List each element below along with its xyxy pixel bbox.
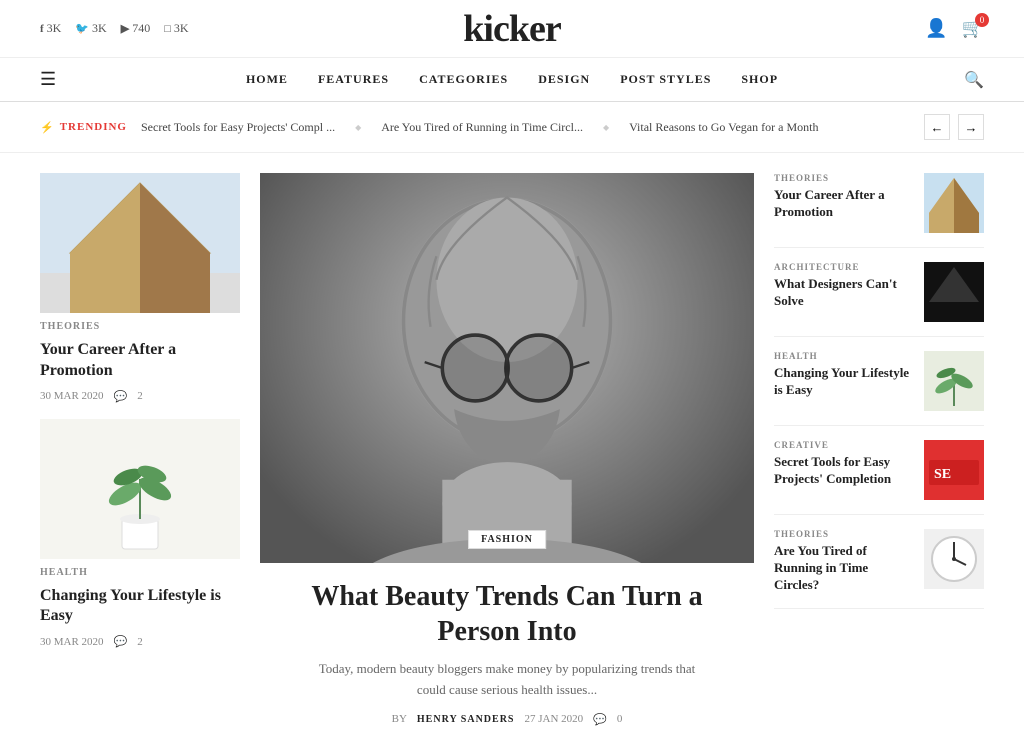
article-comments: 0	[617, 713, 623, 725]
left-card-2-category: HEALTH	[40, 567, 240, 578]
facebook-link[interactable]: f 3K	[40, 21, 61, 36]
trending-bar: ⚡ TRENDING Secret Tools for Easy Project…	[0, 102, 1024, 153]
main-article-badge: FASHION	[468, 530, 546, 549]
right-item-0: THEORIES Your Career After a Promotion	[774, 173, 984, 248]
right-item-1-thumb	[924, 262, 984, 322]
right-item-0-thumb	[924, 173, 984, 233]
facebook-icon: f	[40, 23, 44, 35]
author-name[interactable]: HENRY SANDERS	[417, 714, 515, 725]
right-item-3-info: CREATIVE Secret Tools for Easy Projects'…	[774, 440, 912, 488]
right-item-3-title[interactable]: Secret Tools for Easy Projects' Completi…	[774, 454, 912, 488]
youtube-link[interactable]: ▶ 740	[121, 21, 150, 36]
right-item-3-category: CREATIVE	[774, 440, 912, 450]
main-article-excerpt: Today, modern beauty bloggers make money…	[317, 659, 697, 701]
left-card-1-category: THEORIES	[40, 321, 240, 332]
twitter-icon: 🐦	[75, 22, 89, 35]
right-item-1: ARCHITECTURE What Designers Can't Solve	[774, 248, 984, 337]
right-item-0-category: THEORIES	[774, 173, 912, 183]
instagram-count: 3K	[174, 21, 189, 36]
instagram-icon: □	[164, 23, 171, 35]
site-logo[interactable]: kicker	[463, 7, 560, 51]
right-item-1-category: ARCHITECTURE	[774, 262, 912, 272]
author-label: BY	[392, 713, 407, 725]
right-sidebar: THEORIES Your Career After a Promotion A…	[774, 173, 984, 726]
trending-label: ⚡ TRENDING	[40, 121, 127, 134]
left-card-2-date: 30 MAR 2020	[40, 636, 104, 648]
nav-features[interactable]: FEATURES	[318, 72, 389, 87]
right-item-2: HEALTH Changing Your Lifestyle is Easy	[774, 337, 984, 426]
right-item-0-info: THEORIES Your Career After a Promotion	[774, 173, 912, 221]
trending-next-button[interactable]: →	[958, 114, 984, 140]
trending-item-3[interactable]: Vital Reasons to Go Vegan for a Month	[629, 120, 818, 135]
plant-illustration	[40, 419, 240, 559]
left-card-1-date: 30 MAR 2020	[40, 390, 104, 402]
main-content: THEORIES Your Career After a Promotion 3…	[0, 153, 1024, 746]
left-card-2-comments: 2	[137, 636, 143, 648]
trending-dot-1: ◆	[355, 123, 361, 132]
nav-shop[interactable]: SHOP	[741, 72, 778, 87]
comment-icon-2: 💬	[114, 635, 128, 648]
main-nav: ☰ HOME FEATURES CATEGORIES DESIGN POST S…	[0, 58, 1024, 102]
right-item-4-title[interactable]: Are You Tired of Running in Time Circles…	[774, 543, 912, 594]
right-item-3-thumb: SE	[924, 440, 984, 500]
center-main: FASHION What Beauty Trends Can Turn a Pe…	[260, 173, 754, 726]
search-icon[interactable]: 🔍	[964, 70, 984, 90]
nav-design[interactable]: DESIGN	[538, 72, 590, 87]
left-card-2-title[interactable]: Changing Your Lifestyle is Easy	[40, 586, 240, 628]
right-item-2-title[interactable]: Changing Your Lifestyle is Easy	[774, 365, 912, 399]
right-item-3: CREATIVE Secret Tools for Easy Projects'…	[774, 426, 984, 515]
trending-navigation: ← →	[924, 114, 984, 140]
left-card-1-title[interactable]: Your Career After a Promotion	[40, 340, 240, 382]
bolt-icon: ⚡	[40, 121, 55, 134]
main-article-title[interactable]: What Beauty Trends Can Turn a Person Int…	[297, 579, 717, 649]
nav-home[interactable]: HOME	[246, 72, 288, 87]
trending-items: Secret Tools for Easy Projects' Compl ..…	[141, 120, 910, 135]
hamburger-icon[interactable]: ☰	[40, 69, 56, 90]
header-actions: 👤 🛒 0	[925, 18, 984, 39]
nav-post-styles[interactable]: POST STYLES	[620, 72, 711, 87]
left-card-2-image	[40, 419, 240, 559]
right-item-2-category: HEALTH	[774, 351, 912, 361]
right-item-4-category: THEORIES	[774, 529, 912, 539]
cart-count: 0	[975, 13, 989, 27]
right-item-2-thumb	[924, 351, 984, 411]
right-item-4-thumb	[924, 529, 984, 589]
main-article-meta: BY HENRY SANDERS 27 JAN 2020 💬 0	[392, 713, 623, 726]
left-card-1-meta: 30 MAR 2020 💬 2	[40, 390, 240, 403]
comment-icon-1: 💬	[114, 390, 128, 403]
twitter-link[interactable]: 🐦 3K	[75, 21, 106, 36]
article-date: 27 JAN 2020	[524, 713, 583, 725]
facebook-count: 3K	[47, 21, 62, 36]
right-item-4: THEORIES Are You Tired of Running in Tim…	[774, 515, 984, 609]
right-item-0-title[interactable]: Your Career After a Promotion	[774, 187, 912, 221]
right-item-4-info: THEORIES Are You Tired of Running in Tim…	[774, 529, 912, 594]
header: f 3K 🐦 3K ▶ 740 □ 3K kicker 👤 🛒 0	[0, 0, 1024, 58]
left-sidebar: THEORIES Your Career After a Promotion 3…	[40, 173, 240, 726]
cart-button[interactable]: 🛒 0	[962, 18, 984, 39]
architecture-illustration	[40, 173, 240, 313]
user-icon[interactable]: 👤	[925, 18, 947, 39]
main-article-svg	[260, 173, 754, 563]
trending-item-2[interactable]: Are You Tired of Running in Time Circl..…	[381, 120, 583, 135]
trending-item-1[interactable]: Secret Tools for Easy Projects' Compl ..…	[141, 120, 335, 135]
left-card-1-image	[40, 173, 240, 313]
left-card-2-meta: 30 MAR 2020 💬 2	[40, 635, 240, 648]
instagram-link[interactable]: □ 3K	[164, 21, 188, 36]
left-card-2: HEALTH Changing Your Lifestyle is Easy 3…	[40, 419, 240, 649]
right-item-2-info: HEALTH Changing Your Lifestyle is Easy	[774, 351, 912, 399]
right-item-1-title[interactable]: What Designers Can't Solve	[774, 276, 912, 310]
youtube-icon: ▶	[121, 22, 129, 35]
twitter-count: 3K	[92, 21, 107, 36]
youtube-count: 740	[132, 21, 150, 36]
trending-prev-button[interactable]: ←	[924, 114, 950, 140]
social-links: f 3K 🐦 3K ▶ 740 □ 3K	[40, 21, 189, 36]
svg-text:SE: SE	[934, 467, 951, 482]
comment-icon-main: 💬	[593, 713, 607, 726]
left-card-1: THEORIES Your Career After a Promotion 3…	[40, 173, 240, 403]
nav-categories[interactable]: CATEGORIES	[419, 72, 508, 87]
left-card-1-comments: 2	[137, 390, 143, 402]
trending-dot-2: ◆	[603, 123, 609, 132]
right-item-1-info: ARCHITECTURE What Designers Can't Solve	[774, 262, 912, 310]
main-article-image: FASHION	[260, 173, 754, 563]
